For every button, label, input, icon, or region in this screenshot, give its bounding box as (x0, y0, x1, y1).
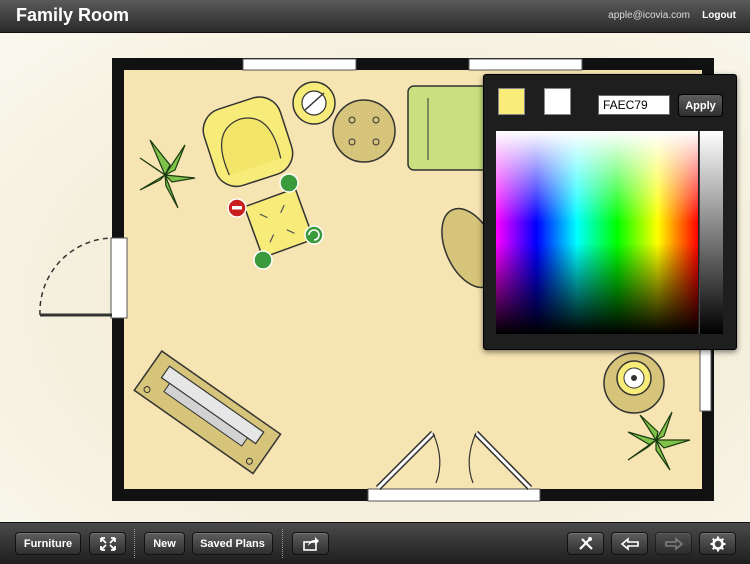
tools-button[interactable] (567, 532, 604, 555)
logout-button[interactable]: Logout (702, 10, 736, 21)
door-frame-bottom[interactable] (367, 488, 541, 502)
secondary-color-swatch[interactable] (544, 88, 571, 115)
lamp-table-right[interactable] (603, 352, 665, 414)
window-top-right[interactable] (468, 58, 583, 71)
settings-button[interactable] (699, 532, 736, 555)
share-button[interactable] (292, 532, 329, 555)
tools-icon (578, 536, 593, 550)
redo-button[interactable] (655, 532, 692, 555)
hex-color-input[interactable]: FAEC79 (598, 95, 670, 115)
window-top-left[interactable] (242, 58, 357, 71)
bottom-toolbar: Furniture New Saved Plans (0, 522, 750, 564)
rotate-handle-icon[interactable] (304, 225, 324, 245)
undo-arrow-icon (620, 536, 639, 551)
new-button[interactable]: New (144, 532, 185, 555)
color-picker-panel[interactable]: FAEC79 Apply (483, 74, 737, 350)
saved-plans-button[interactable]: Saved Plans (192, 532, 273, 555)
share-icon (302, 536, 319, 551)
resize-handle-icon[interactable] (279, 173, 299, 193)
scale-handle-icon[interactable] (253, 250, 273, 270)
door-frame-left[interactable] (110, 237, 128, 319)
fit-view-button[interactable] (89, 532, 126, 555)
expand-arrows-icon (99, 536, 116, 551)
page-title: Family Room (16, 5, 130, 25)
color-spectrum[interactable] (496, 131, 698, 334)
apply-button[interactable]: Apply (678, 94, 723, 117)
top-bar: Family Room apple@icovia.com Logout (0, 0, 750, 33)
undo-button[interactable] (611, 532, 648, 555)
round-side-table[interactable] (332, 99, 396, 163)
current-color-swatch[interactable] (498, 88, 525, 115)
furniture-button[interactable]: Furniture (15, 532, 81, 555)
toolbar-separator (282, 529, 283, 558)
lamp-table-top[interactable] (292, 81, 336, 125)
redo-arrow-icon (664, 536, 683, 551)
toolbar-separator (134, 529, 135, 558)
gear-icon (710, 536, 725, 551)
window-right[interactable] (699, 347, 712, 412)
brightness-slider[interactable] (699, 131, 723, 334)
user-email: apple@icovia.com (608, 10, 690, 21)
door-left-swing (39, 237, 113, 316)
